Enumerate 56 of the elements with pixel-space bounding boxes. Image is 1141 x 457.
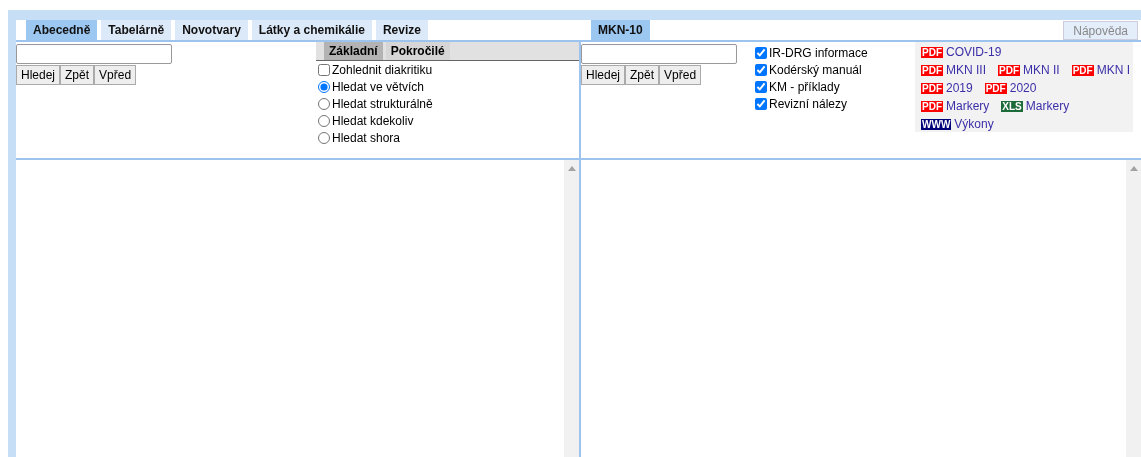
tab[interactable]: Tabelárně <box>101 20 172 40</box>
document-link[interactable]: MKN II <box>1023 63 1060 77</box>
search-field[interactable] <box>581 44 737 64</box>
tab[interactable]: MKN-10 <box>591 20 650 40</box>
checkbox[interactable] <box>755 80 767 93</box>
option-label: Hledat shora <box>332 130 401 145</box>
option-label: Zohlednit diakritiku <box>332 62 433 77</box>
option-label: Hledat strukturálně <box>332 96 433 111</box>
checkbox-label: Revizní nálezy <box>769 96 848 111</box>
search-field[interactable] <box>16 44 172 64</box>
checkbox[interactable] <box>755 63 767 76</box>
document-link[interactable]: Markery <box>946 99 990 113</box>
toolbar-button[interactable]: Hledej <box>581 65 626 85</box>
document-link[interactable]: 2019 <box>946 81 973 95</box>
file-type-badge: XLS <box>1001 100 1023 112</box>
file-type-badge: PDF <box>921 46 943 58</box>
document-link[interactable]: MKN I <box>1096 63 1131 77</box>
checkbox-label: IR-DRG informace <box>769 45 868 60</box>
toolbar-button[interactable]: Vpřed <box>94 65 137 85</box>
document-link[interactable]: Markery <box>1025 99 1070 113</box>
option-label: Hledat ve větvích <box>332 79 425 94</box>
radio-button[interactable] <box>318 114 330 127</box>
file-type-badge: WWW <box>921 118 952 130</box>
toolbar-button[interactable]: Zpět <box>60 65 95 85</box>
scroll-up-icon[interactable] <box>567 166 576 171</box>
toolbar-button[interactable]: Hledej <box>16 65 61 85</box>
radio-button[interactable] <box>318 131 330 144</box>
tab[interactable]: Základní <box>324 42 383 60</box>
tab[interactable]: Novotvary <box>175 20 248 40</box>
radio-button[interactable] <box>318 80 330 93</box>
file-type-badge: PDF <box>998 64 1020 76</box>
file-type-badge: PDF <box>984 82 1007 94</box>
scrollbar[interactable] <box>564 160 579 457</box>
tab[interactable]: Abecedně <box>26 20 98 40</box>
radio-button[interactable] <box>318 97 330 110</box>
checkbox[interactable] <box>755 97 767 110</box>
scrollbar[interactable] <box>1126 160 1141 457</box>
tab[interactable]: Pokročilé <box>385 42 450 60</box>
checkbox[interactable] <box>755 46 767 59</box>
file-type-badge: PDF <box>921 82 943 94</box>
document-link[interactable]: COVID-19 <box>946 45 1002 59</box>
checkbox-label: KM - příklady <box>769 79 840 94</box>
document-link[interactable]: Výkony <box>954 117 994 131</box>
toolbar-button[interactable]: Vpřed <box>659 65 702 85</box>
file-type-badge: PDF <box>1071 64 1094 76</box>
toolbar-button[interactable]: Zpět <box>625 65 660 85</box>
file-type-badge: PDF <box>921 100 943 112</box>
tab[interactable]: Látky a chemikálie <box>251 20 372 40</box>
scroll-up-icon[interactable] <box>1129 166 1138 171</box>
checkbox[interactable] <box>318 63 330 76</box>
document-link[interactable]: MKN III <box>946 63 986 77</box>
document-link[interactable]: 2020 <box>1009 81 1037 95</box>
tab[interactable]: Revize <box>375 20 428 40</box>
checkbox-label: Kodérský manuál <box>769 62 862 77</box>
file-type-badge: PDF <box>921 64 943 76</box>
option-label: Hledat kdekoliv <box>332 113 414 128</box>
